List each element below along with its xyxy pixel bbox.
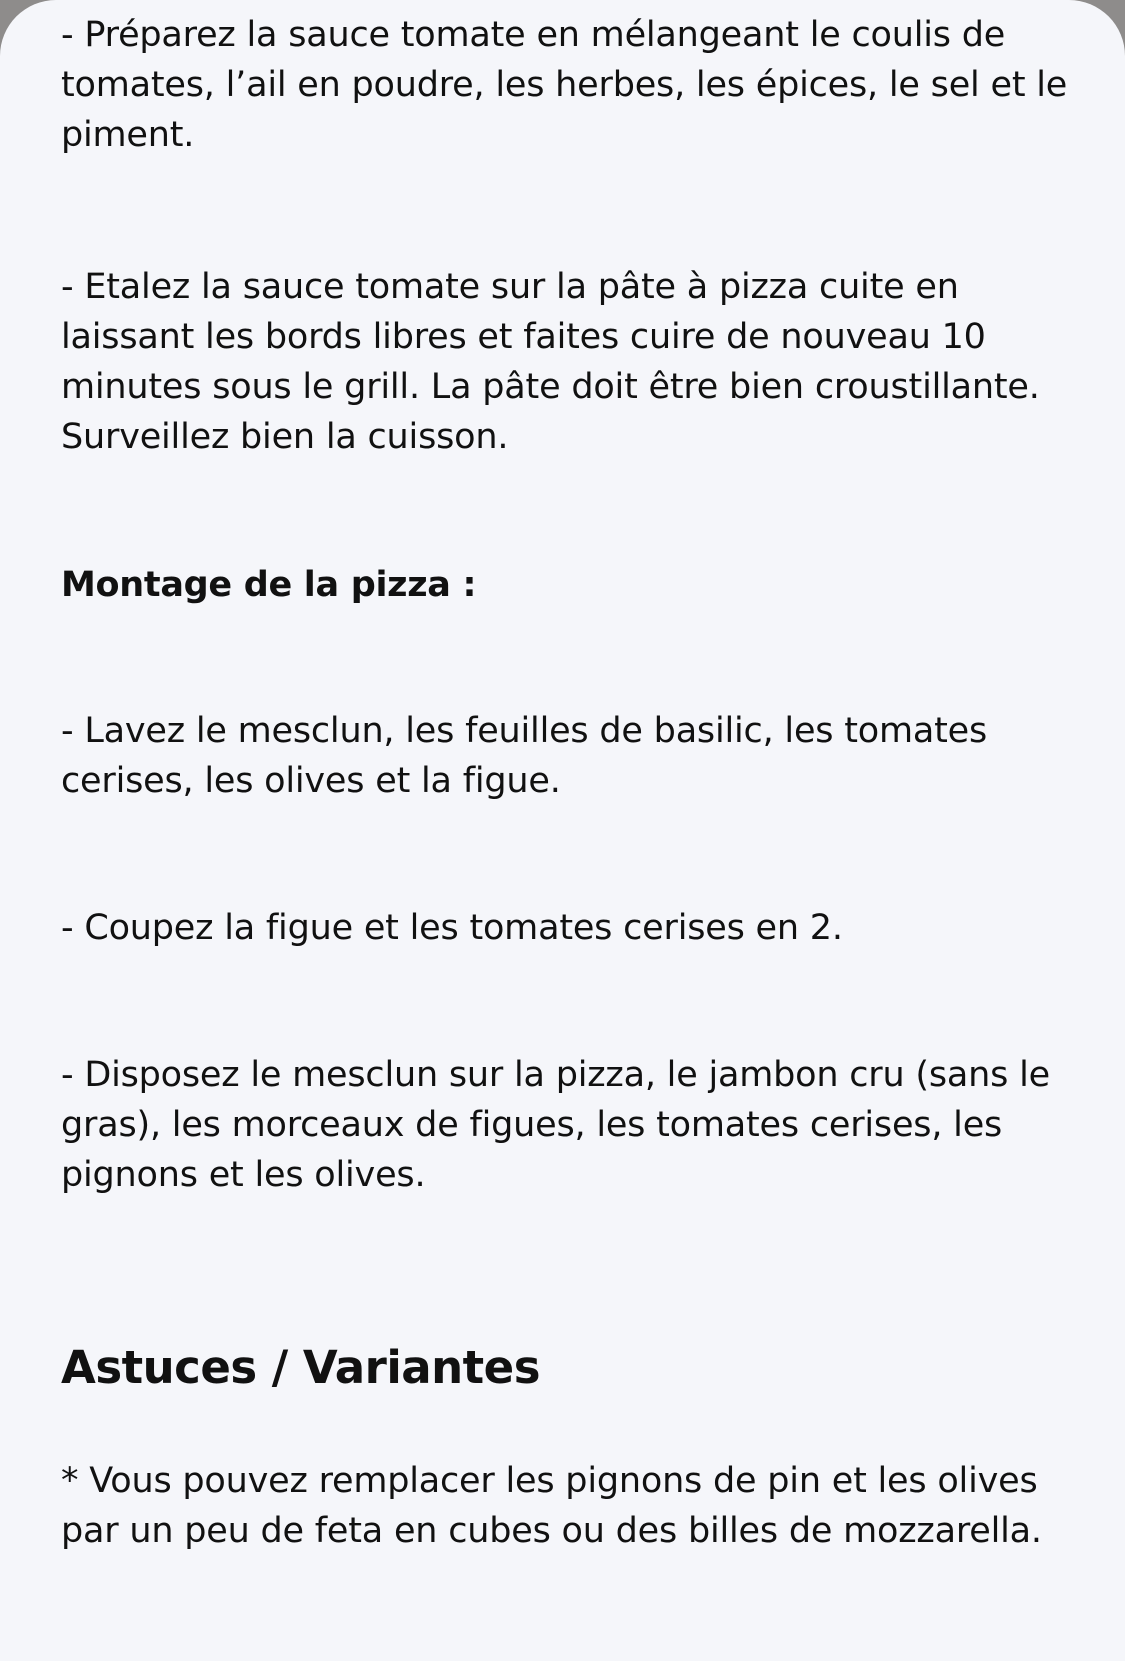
tips-heading: Astuces / Variantes xyxy=(61,1341,540,1394)
recipe-sheet: - Préparez la sauce tomate en mélangeant… xyxy=(0,0,1125,1661)
step-wash: - Lavez le mesclun, les feuilles de basi… xyxy=(61,711,988,801)
step-spread: - Etalez la sauce tomate sur la pâte à p… xyxy=(61,267,1040,457)
assembly-heading: Montage de la pizza : xyxy=(61,565,477,605)
tip-item: * Vous pouvez remplacer les pignons de p… xyxy=(61,1461,1042,1551)
recipe-content: - Préparez la sauce tomate en mélangeant… xyxy=(61,10,1071,1556)
step-sauce: - Préparez la sauce tomate en mélangeant… xyxy=(61,15,1068,155)
step-arrange: - Disposez le mesclun sur la pizza, le j… xyxy=(61,1055,1050,1195)
step-cut: - Coupez la figue et les tomates cerises… xyxy=(61,908,843,948)
